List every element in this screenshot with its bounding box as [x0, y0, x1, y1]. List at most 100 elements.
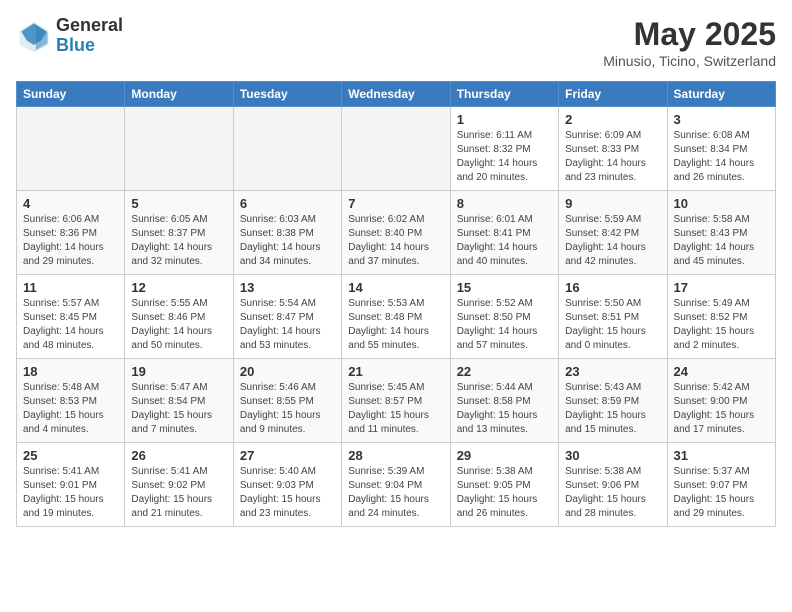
- day-number: 11: [23, 280, 118, 295]
- day-info: Sunrise: 6:05 AM Sunset: 8:37 PM Dayligh…: [131, 213, 226, 269]
- day-info: Sunrise: 5:55 AM Sunset: 8:46 PM Dayligh…: [131, 297, 226, 353]
- calendar-cell: 14 Sunrise: 5:53 AM Sunset: 8:48 PM Dayli…: [342, 275, 450, 359]
- day-number: 24: [674, 364, 769, 379]
- calendar-cell: 11 Sunrise: 5:57 AM Sunset: 8:45 PM Dayli…: [17, 275, 125, 359]
- calendar-cell: [233, 107, 341, 191]
- day-info: Sunrise: 5:40 AM Sunset: 9:03 PM Dayligh…: [240, 465, 335, 521]
- title-block: May 2025 Minusio, Ticino, Switzerland: [603, 16, 776, 69]
- day-info: Sunrise: 5:41 AM Sunset: 9:02 PM Dayligh…: [131, 465, 226, 521]
- calendar-cell: 1 Sunrise: 6:11 AM Sunset: 8:32 PM Daylig…: [450, 107, 558, 191]
- day-info: Sunrise: 5:45 AM Sunset: 8:57 PM Dayligh…: [348, 381, 443, 437]
- day-number: 26: [131, 448, 226, 463]
- calendar-cell: 3Sunrise: 6:08 AM Sunset: 8:34 PM Daylig…: [667, 107, 775, 191]
- day-info: Sunrise: 6:06 AM Sunset: 8:36 PM Dayligh…: [23, 213, 118, 269]
- day-info: Sunrise: 5:41 AM Sunset: 9:01 PM Dayligh…: [23, 465, 118, 521]
- calendar-table: SundayMondayTuesdayWednesdayThursdayFrid…: [16, 81, 776, 527]
- day-info: Sunrise: 5:58 AM Sunset: 8:43 PM Dayligh…: [674, 213, 769, 269]
- day-number: 7: [348, 196, 443, 211]
- day-number: 4: [23, 196, 118, 211]
- day-number: 16: [565, 280, 660, 295]
- logo-icon: [16, 18, 52, 54]
- calendar-week-row: 1 Sunrise: 6:11 AM Sunset: 8:32 PM Daylig…: [17, 107, 776, 191]
- day-number: 6: [240, 196, 335, 211]
- calendar-cell: 8Sunrise: 6:01 AM Sunset: 8:41 PM Daylig…: [450, 191, 558, 275]
- day-info: Sunrise: 6:02 AM Sunset: 8:40 PM Dayligh…: [348, 213, 443, 269]
- day-header-tuesday: Tuesday: [233, 82, 341, 107]
- calendar-week-row: 25 Sunrise: 5:41 AM Sunset: 9:01 PM Dayli…: [17, 443, 776, 527]
- day-number: 5: [131, 196, 226, 211]
- day-number: 28: [348, 448, 443, 463]
- day-info: Sunrise: 5:53 AM Sunset: 8:48 PM Dayligh…: [348, 297, 443, 353]
- day-number: 10: [674, 196, 769, 211]
- calendar-cell: 19Sunrise: 5:47 AM Sunset: 8:54 PM Dayli…: [125, 359, 233, 443]
- calendar-cell: 30 Sunrise: 5:38 AM Sunset: 9:06 PM Dayli…: [559, 443, 667, 527]
- day-number: 21: [348, 364, 443, 379]
- calendar-cell: 24 Sunrise: 5:42 AM Sunset: 9:00 PM Dayli…: [667, 359, 775, 443]
- logo-text: General Blue: [56, 16, 123, 56]
- day-number: 25: [23, 448, 118, 463]
- day-number: 22: [457, 364, 552, 379]
- day-number: 1: [457, 112, 552, 127]
- day-number: 27: [240, 448, 335, 463]
- calendar-cell: 16 Sunrise: 5:50 AM Sunset: 8:51 PM Dayli…: [559, 275, 667, 359]
- calendar-cell: [17, 107, 125, 191]
- calendar-cell: 18Sunrise: 5:48 AM Sunset: 8:53 PM Dayli…: [17, 359, 125, 443]
- day-info: Sunrise: 5:46 AM Sunset: 8:55 PM Dayligh…: [240, 381, 335, 437]
- calendar-cell: 7 Sunrise: 6:02 AM Sunset: 8:40 PM Daylig…: [342, 191, 450, 275]
- calendar-cell: 5 Sunrise: 6:05 AM Sunset: 8:37 PM Daylig…: [125, 191, 233, 275]
- day-info: Sunrise: 6:09 AM Sunset: 8:33 PM Dayligh…: [565, 129, 660, 185]
- day-info: Sunrise: 5:44 AM Sunset: 8:58 PM Dayligh…: [457, 381, 552, 437]
- calendar-week-row: 4 Sunrise: 6:06 AM Sunset: 8:36 PM Daylig…: [17, 191, 776, 275]
- day-info: Sunrise: 6:11 AM Sunset: 8:32 PM Dayligh…: [457, 129, 552, 185]
- calendar-cell: 23Sunrise: 5:43 AM Sunset: 8:59 PM Dayli…: [559, 359, 667, 443]
- day-number: 13: [240, 280, 335, 295]
- day-number: 29: [457, 448, 552, 463]
- day-info: Sunrise: 5:54 AM Sunset: 8:47 PM Dayligh…: [240, 297, 335, 353]
- calendar-week-row: 11 Sunrise: 5:57 AM Sunset: 8:45 PM Dayli…: [17, 275, 776, 359]
- location-title: Minusio, Ticino, Switzerland: [603, 53, 776, 69]
- day-info: Sunrise: 6:03 AM Sunset: 8:38 PM Dayligh…: [240, 213, 335, 269]
- day-info: Sunrise: 5:37 AM Sunset: 9:07 PM Dayligh…: [674, 465, 769, 521]
- calendar-week-row: 18Sunrise: 5:48 AM Sunset: 8:53 PM Dayli…: [17, 359, 776, 443]
- calendar-cell: 17 Sunrise: 5:49 AM Sunset: 8:52 PM Dayli…: [667, 275, 775, 359]
- day-header-friday: Friday: [559, 82, 667, 107]
- day-info: Sunrise: 5:57 AM Sunset: 8:45 PM Dayligh…: [23, 297, 118, 353]
- calendar-header-row: SundayMondayTuesdayWednesdayThursdayFrid…: [17, 82, 776, 107]
- day-info: Sunrise: 5:49 AM Sunset: 8:52 PM Dayligh…: [674, 297, 769, 353]
- day-number: 17: [674, 280, 769, 295]
- calendar-cell: 12Sunrise: 5:55 AM Sunset: 8:46 PM Dayli…: [125, 275, 233, 359]
- logo-blue-text: Blue: [56, 36, 123, 56]
- day-number: 30: [565, 448, 660, 463]
- day-header-sunday: Sunday: [17, 82, 125, 107]
- day-info: Sunrise: 5:50 AM Sunset: 8:51 PM Dayligh…: [565, 297, 660, 353]
- day-header-wednesday: Wednesday: [342, 82, 450, 107]
- day-header-monday: Monday: [125, 82, 233, 107]
- day-number: 14: [348, 280, 443, 295]
- calendar-cell: 15Sunrise: 5:52 AM Sunset: 8:50 PM Dayli…: [450, 275, 558, 359]
- day-info: Sunrise: 5:39 AM Sunset: 9:04 PM Dayligh…: [348, 465, 443, 521]
- calendar-cell: 28 Sunrise: 5:39 AM Sunset: 9:04 PM Dayli…: [342, 443, 450, 527]
- day-number: 31: [674, 448, 769, 463]
- day-header-thursday: Thursday: [450, 82, 558, 107]
- calendar-cell: 22 Sunrise: 5:44 AM Sunset: 8:58 PM Dayli…: [450, 359, 558, 443]
- calendar-cell: 6 Sunrise: 6:03 AM Sunset: 8:38 PM Daylig…: [233, 191, 341, 275]
- day-number: 19: [131, 364, 226, 379]
- page-header: General Blue May 2025 Minusio, Ticino, S…: [16, 16, 776, 69]
- calendar-cell: 26 Sunrise: 5:41 AM Sunset: 9:02 PM Dayli…: [125, 443, 233, 527]
- day-number: 8: [457, 196, 552, 211]
- logo-general-text: General: [56, 16, 123, 36]
- day-info: Sunrise: 6:08 AM Sunset: 8:34 PM Dayligh…: [674, 129, 769, 185]
- day-number: 2: [565, 112, 660, 127]
- day-info: Sunrise: 5:43 AM Sunset: 8:59 PM Dayligh…: [565, 381, 660, 437]
- day-info: Sunrise: 5:38 AM Sunset: 9:06 PM Dayligh…: [565, 465, 660, 521]
- day-header-saturday: Saturday: [667, 82, 775, 107]
- day-number: 20: [240, 364, 335, 379]
- calendar-cell: 2 Sunrise: 6:09 AM Sunset: 8:33 PM Daylig…: [559, 107, 667, 191]
- day-info: Sunrise: 5:42 AM Sunset: 9:00 PM Dayligh…: [674, 381, 769, 437]
- logo: General Blue: [16, 16, 123, 56]
- day-info: Sunrise: 5:48 AM Sunset: 8:53 PM Dayligh…: [23, 381, 118, 437]
- calendar-cell: 29Sunrise: 5:38 AM Sunset: 9:05 PM Dayli…: [450, 443, 558, 527]
- calendar-cell: [125, 107, 233, 191]
- calendar-cell: 9Sunrise: 5:59 AM Sunset: 8:42 PM Daylig…: [559, 191, 667, 275]
- day-info: Sunrise: 5:52 AM Sunset: 8:50 PM Dayligh…: [457, 297, 552, 353]
